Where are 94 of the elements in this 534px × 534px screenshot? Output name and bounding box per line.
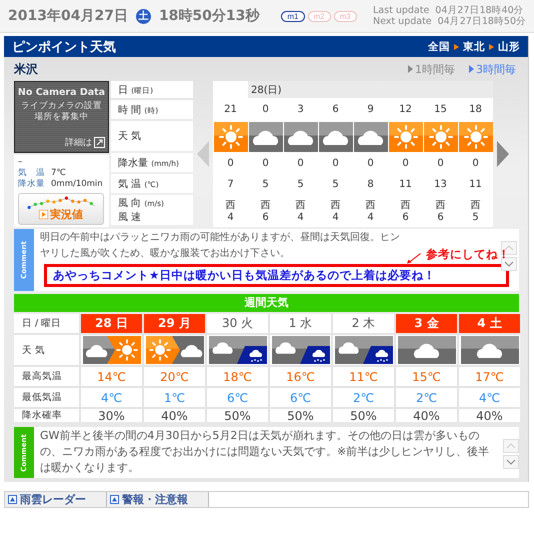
chevron-icon <box>469 65 474 73</box>
max-temp-cell: 11℃ <box>333 367 394 386</box>
max-temp-cell: 16℃ <box>270 367 331 386</box>
wind-direction: 西 <box>400 200 410 212</box>
date: 2013年04月27日 <box>8 7 128 25</box>
camera-title: No Camera Data <box>16 87 106 98</box>
date-cell: 3 金 <box>396 314 457 333</box>
location-name: 米沢 <box>14 60 38 78</box>
clock-time: 18時50分13秒 <box>158 7 260 25</box>
wind-direction: 西 <box>330 200 340 212</box>
date-cell: 1 水 <box>270 314 331 333</box>
wind-speed: 4 <box>332 212 339 224</box>
update-time: 04月27日18時40分 <box>435 5 524 16</box>
wind-direction: 西 <box>366 200 376 212</box>
wind-direction: 西 <box>436 200 446 212</box>
mode-button[interactable]: m1 <box>281 10 305 22</box>
obs-value: 0mm/10min <box>51 179 103 190</box>
rain-chance-cell: 40% <box>459 409 520 422</box>
update-time: 04月27日18時50分 <box>438 16 526 27</box>
detail-link[interactable]: 詳細は <box>65 136 105 149</box>
play-icon <box>39 210 48 219</box>
wind-direction: 西 <box>296 200 306 212</box>
camera-message: ライブカメラの設置場所を募集中 <box>20 101 103 123</box>
chevron-down-icon <box>504 261 514 267</box>
chevron-up-icon <box>504 245 514 251</box>
rain-chance-cell: 30% <box>81 409 142 422</box>
max-temp-cell: 20℃ <box>144 367 205 386</box>
wind-speed: 4 <box>227 212 234 224</box>
wind-speed: 6 <box>262 212 269 224</box>
chevron-icon <box>408 65 413 73</box>
day-header: 28(日) <box>248 81 493 98</box>
date-cell: 29 月 <box>144 314 205 333</box>
rain-chance-cell: 50% <box>333 409 394 422</box>
max-temp-cell: 17℃ <box>459 367 520 386</box>
panel-title: ピンポイント天気 <box>12 38 116 56</box>
scroll-down-button[interactable] <box>502 455 518 469</box>
min-temp-cell: 4℃ <box>81 388 142 407</box>
date-cell: 4 土 <box>459 314 520 333</box>
obs-label: 気 温 <box>18 168 46 179</box>
min-temp-cell: 4℃ <box>459 388 520 407</box>
rain-chance-cell: 50% <box>270 409 331 422</box>
min-temp-cell: 1℃ <box>144 388 205 407</box>
wind-direction: 西 <box>260 200 270 212</box>
min-temp-cell: 6℃ <box>207 388 268 407</box>
chevron-icon <box>489 44 494 50</box>
highlight-comment: あやっちコメント★日中は暖かい日も気温差があるので上着は必要ね！ <box>44 264 509 287</box>
row-label: 最高気温 <box>14 367 79 386</box>
chevron-down-icon <box>506 459 516 465</box>
row-label: 天 気 <box>111 121 193 151</box>
wind-speed: 6 <box>402 212 409 224</box>
row-label: 降水確率 <box>14 409 79 422</box>
bottom-tab[interactable]: 雨雲レーダー <box>5 492 107 507</box>
bottom-tab[interactable]: 警報・注意報 <box>107 492 209 507</box>
rain-chance-cell: 40% <box>144 409 205 422</box>
breadcrumb-link[interactable]: 山形 <box>498 40 520 54</box>
rain-chance-cell: 50% <box>207 409 268 422</box>
breadcrumb-link[interactable]: 東北 <box>463 40 485 54</box>
row-label: 天 気 <box>14 335 79 365</box>
obs-label: 降水量 <box>18 179 46 190</box>
wind-direction: 西 <box>226 200 236 212</box>
date-cell: 28 日 <box>81 314 142 333</box>
wind-direction: 西 <box>470 200 480 212</box>
station-value: – <box>18 157 24 168</box>
max-temp-cell: 18℃ <box>207 367 268 386</box>
wind-speed: 6 <box>437 212 444 224</box>
update-label: Last update <box>373 5 430 16</box>
chevron-up-icon <box>506 443 516 449</box>
wind-speed: 4 <box>297 212 304 224</box>
wind-speed: 4 <box>367 212 374 224</box>
breadcrumb-link[interactable]: 全国 <box>428 40 450 54</box>
date-cell: 30 火 <box>207 314 268 333</box>
triangle-up-icon <box>8 495 17 504</box>
max-temp-cell: 15℃ <box>396 367 457 386</box>
annotation-note: 参考にしてね！ <box>426 247 510 262</box>
triangle-up-icon <box>110 495 119 504</box>
rain-chance-cell: 40% <box>396 409 457 422</box>
update-label: Next update <box>373 16 432 27</box>
external-link-icon <box>94 137 105 148</box>
min-temp-cell: 2℃ <box>333 388 394 407</box>
date-cell: 2 木 <box>333 314 394 333</box>
next-arrow-icon[interactable] <box>497 141 509 167</box>
row-label: 最低気温 <box>14 388 79 407</box>
min-temp-cell: 6℃ <box>270 388 331 407</box>
min-temp-cell: 2℃ <box>396 388 457 407</box>
row-label: 日 / 曜日 <box>14 314 79 333</box>
weekly-title-bar: 週間天気 <box>14 294 519 312</box>
chevron-icon <box>454 44 459 50</box>
max-temp-cell: 14℃ <box>81 367 142 386</box>
comment-text: 明日の午前中はパラッとニワカ雨の可能性がありますが、昼間は天気回復。ヒンヤリした風が吹くため、暖かな服装でお出かけ下さい。 <box>40 230 400 261</box>
wind-speed: 5 <box>472 212 479 224</box>
obs-value: 7℃ <box>51 168 66 179</box>
weekday-badge: 土 <box>136 8 151 24</box>
scroll-down-button[interactable] <box>501 257 517 271</box>
comment-text: GW前半と後半の間の4月30日から5月2日は天気が崩れます。その他の日は雲が多いものの、ニワカ雨がある程度でお出かけには問題ない天気です。※前半は少しヒンヤリし、後半は暖かくなります。 <box>40 428 490 476</box>
